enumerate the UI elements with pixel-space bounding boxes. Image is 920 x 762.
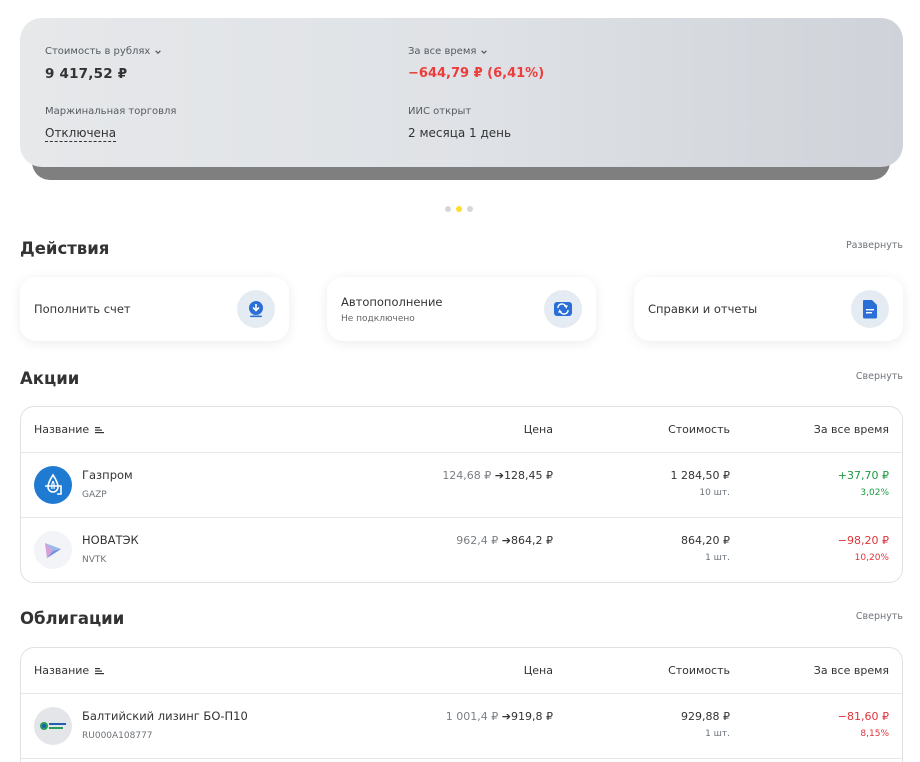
position-cost: 1 284,50 ₽ [670,469,730,482]
bonds-title: Облигации [20,609,125,628]
carousel-dot[interactable] [445,206,451,212]
instrument-ticker: GAZP [82,490,107,500]
table-row[interactable]: Балтийский лизинг БО-П10 RU000A108777 1 … [21,694,902,759]
price-new: 128,45 ₽ [504,469,553,482]
name-column-sort[interactable]: Название [34,423,105,436]
chevron-down-icon [481,49,488,54]
baltic-leasing-logo-icon [34,707,72,745]
position-pl: +37,70 ₽ [837,469,889,482]
table-row[interactable]: НОВАТЭК NVTK 962,4 ₽ ➔864,2 ₽ 864,20 ₽ 1… [21,518,902,582]
price-change: 124,68 ₽ ➔128,45 ₽ [442,469,553,482]
tile-sublabel: Не подключено [341,313,415,324]
stocks-table: Название Цена Стоимость За все время Газ… [20,406,903,583]
stocks-collapse-link[interactable]: Свернуть [856,371,903,382]
arrow-right-icon: ➔ [501,710,511,723]
bonds-table: Название Цена Стоимость За все время Бал… [20,647,903,762]
download-icon [237,290,275,328]
carousel-dot-active[interactable] [456,206,462,212]
actions-expand-link[interactable]: Развернуть [846,240,903,251]
arrow-right-icon: ➔ [501,534,511,547]
iis-block: ИИС открыт 2 месяца 1 день [408,106,511,140]
table-row[interactable]: Газпром GAZP 124,68 ₽ ➔128,45 ₽ 1 284,50… [21,453,902,518]
price-new: 919,8 ₽ [511,710,553,723]
value-currency-selector[interactable]: Стоимость в рублях [45,46,162,57]
price-old: 124,68 ₽ [442,469,492,482]
portfolio-value: 9 417,52 ₽ [45,66,128,82]
position-pl: −81,60 ₽ [837,710,889,723]
position-qty: 10 шт. [699,488,730,498]
position-pl: −98,20 ₽ [837,534,889,547]
carousel-dots [445,206,473,212]
position-qty: 1 шт. [705,729,730,739]
instrument-ticker: RU000A108777 [82,731,153,741]
chevron-down-icon [155,49,162,54]
price-old: 1 001,4 ₽ [445,710,499,723]
tile-label: Пополнить счет [34,302,131,316]
column-cost[interactable]: Стоимость [668,664,730,677]
column-alltime[interactable]: За все время [814,664,889,677]
column-price[interactable]: Цена [524,423,553,436]
carousel-dot[interactable] [467,206,473,212]
margin-status-link[interactable]: Отключена [45,126,117,142]
period-selector[interactable]: За все время [408,46,544,57]
period-block: За все время −644,79 ₽ (6,41%) [408,46,544,81]
margin-label: Маржинальная торговля [45,106,177,117]
position-qty: 1 шт. [705,553,730,563]
margin-block: Маржинальная торговля Отключена [45,106,177,142]
instrument-name: НОВАТЭК [82,533,139,547]
period-profit: −644,79 ₽ (6,41%) [408,66,545,81]
document-icon [851,290,889,328]
top-up-tile[interactable]: Пополнить счет [20,277,289,341]
instrument-name: Балтийский лизинг БО-П10 [82,709,248,723]
column-cost[interactable]: Стоимость [668,423,730,436]
actions-title: Действия [20,239,110,258]
position-pl-percent: 10,20% [854,553,889,563]
price-old: 962,4 ₽ [456,534,499,547]
column-name: Название [34,664,90,677]
table-header: Название Цена Стоимость За все время [21,648,902,694]
position-pl-percent: 3,02% [860,488,889,498]
price-new: 864,2 ₽ [511,534,553,547]
column-price[interactable]: Цена [524,664,553,677]
arrow-right-icon: ➔ [494,469,505,482]
value-block: Стоимость в рублях 9 417,52 ₽ [45,46,162,82]
tile-label: Автопополнение [341,294,443,309]
price-change: 962,4 ₽ ➔864,2 ₽ [456,534,553,547]
position-pl-percent: 8,15% [860,729,889,739]
instrument-ticker: NVTK [82,555,107,565]
column-name: Название [34,423,90,436]
gazprom-logo-icon [34,466,72,504]
reports-tile[interactable]: Справки и отчеты [634,277,903,341]
price-change: 1 001,4 ₽ ➔919,8 ₽ [446,710,553,723]
column-alltime[interactable]: За все время [814,423,889,436]
value-label: Стоимость в рублях [45,46,151,57]
iis-label: ИИС открыт [408,106,472,117]
position-cost: 864,20 ₽ [681,534,730,547]
sort-icon [95,667,105,674]
tile-label: Справки и отчеты [648,302,758,316]
autopay-tile[interactable]: Автопополнение Не подключено [327,277,596,341]
bonds-collapse-link[interactable]: Свернуть [856,611,903,622]
sort-icon [95,426,105,433]
repeat-icon [544,290,582,328]
period-label: За все время [408,46,477,57]
position-cost: 929,88 ₽ [681,710,730,723]
stocks-title: Акции [20,369,80,388]
table-header: Название Цена Стоимость За все время [21,407,902,453]
instrument-name: Газпром [82,468,133,482]
novatek-logo-icon [34,531,72,569]
portfolio-summary-card: Стоимость в рублях 9 417,52 ₽ За все вре… [20,18,903,167]
iis-duration: 2 месяца 1 день [408,126,512,140]
name-column-sort[interactable]: Название [34,664,105,677]
